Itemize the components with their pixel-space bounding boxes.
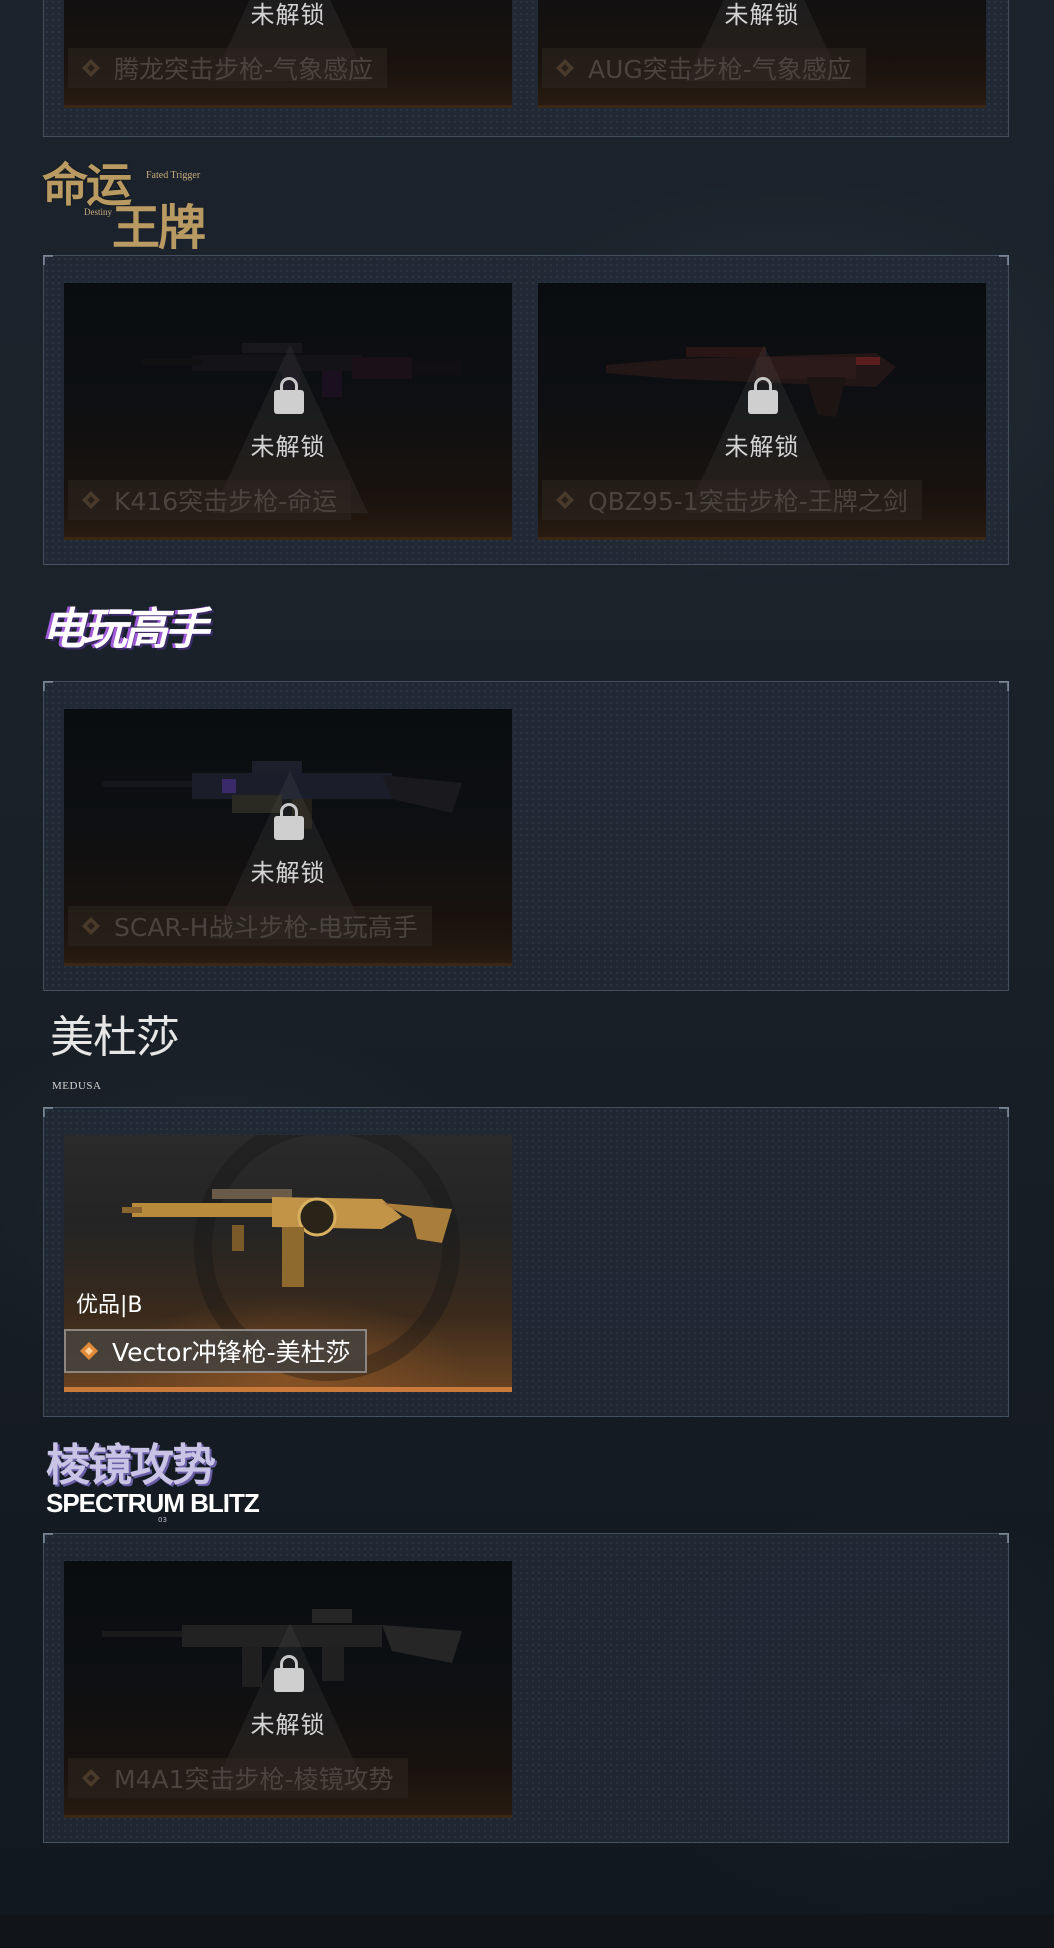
bottom-bar [0,1914,1054,1948]
skin-name-tag: Vector冲锋枪-美杜莎 [64,1329,367,1373]
skin-name: AUG突击步枪-气象感应 [588,55,852,84]
skin-panel-weather: 未解锁 腾龙突击步枪-气象感应 未解锁 AUG突击步枪-气象感应 [43,0,1009,137]
skin-panel-medusa: 优品|B Vector冲锋枪-美杜莎 [43,1107,1009,1417]
diamond-icon [556,59,574,77]
diamond-icon [82,59,100,77]
lock-icon [274,803,304,843]
skin-name: SCAR-H战斗步枪-电玩高手 [114,913,418,942]
skin-card-k416[interactable]: 未解锁 K416突击步枪-命运 [64,283,512,540]
skin-name: Vector冲锋枪-美杜莎 [112,1338,351,1367]
skin-panel-fate: 未解锁 K416突击步枪-命运 未解锁 QBZ95-1突击步枪-王牌之剑 [43,255,1009,565]
locked-label: 未解锁 [724,1,800,29]
medusa-logo: 美杜莎 MEDUSA [50,1016,200,1096]
skin-name-tag: M4A1突击步枪-棱镜攻势 [68,1758,408,1798]
logo-text-en2: Destiny [84,207,112,217]
skin-name-tag: SCAR-H战斗步枪-电玩高手 [68,906,432,946]
skin-card-m4a1[interactable]: 未解锁 M4A1突击步枪-棱镜攻势 [64,1561,512,1818]
skin-name-tag: QBZ95-1突击步枪-王牌之剑 [542,480,922,520]
fate-ace-logo: 命运 王牌 Fated Trigger Destiny [42,162,232,252]
gamer-logo: 电玩高手 [42,600,282,664]
diamond-icon [80,1342,98,1360]
skin-name-tag: K416突击步枪-命运 [68,480,352,520]
locked-label: 未解锁 [250,433,326,461]
lock-icon [748,377,778,417]
skin-panel-spectrum: 未解锁 M4A1突击步枪-棱镜攻势 [43,1533,1009,1843]
skin-name: 腾龙突击步枪-气象感应 [114,55,374,84]
logo-text-main: 电玩高手 [42,604,209,655]
logo-text-en: Fated Trigger [146,170,201,181]
diamond-icon [82,917,100,935]
diamond-icon [556,491,574,509]
skin-card-tenglong[interactable]: 未解锁 腾龙突击步枪-气象感应 [64,0,512,108]
diamond-icon [82,491,100,509]
skin-card-vector[interactable]: 优品|B Vector冲锋枪-美杜莎 [64,1135,512,1392]
skin-name: M4A1突击步枪-棱镜攻势 [114,1765,394,1794]
locked-label: 未解锁 [250,1,326,29]
logo-text-main: 棱镜攻势 [46,1440,216,1491]
locked-label: 未解锁 [724,433,800,461]
skin-card-qbz95[interactable]: 未解锁 QBZ95-1突击步枪-王牌之剑 [538,283,986,540]
skin-name: K416突击步枪-命运 [114,487,338,516]
logo-text-en: SPECTRUM BLITZ [46,1488,260,1518]
locked-label: 未解锁 [250,1711,326,1739]
logo-text-main: 美杜莎 [50,1012,180,1063]
skin-panel-gamer: 未解锁 SCAR-H战斗步枪-电玩高手 [43,681,1009,991]
logo-text-tiny: 03 [158,1516,167,1524]
vector-smg-image [122,1189,452,1287]
logo-text-sub: 王牌 [112,200,206,256]
grade-label: 优品|B [76,1293,143,1318]
lock-icon [274,377,304,417]
skin-card-aug[interactable]: 未解锁 AUG突击步枪-气象感应 [538,0,986,108]
diamond-icon [82,1769,100,1787]
skin-name-tag: AUG突击步枪-气象感应 [542,48,866,88]
skin-card-scar-h[interactable]: 未解锁 SCAR-H战斗步枪-电玩高手 [64,709,512,966]
logo-text-en: MEDUSA [52,1080,102,1092]
skin-name: QBZ95-1突击步枪-王牌之剑 [588,487,908,516]
lock-icon [274,1655,304,1695]
skin-name-tag: 腾龙突击步枪-气象感应 [68,48,388,88]
spectrum-blitz-logo: 棱镜攻势 SPECTRUM BLITZ 03 [46,1440,266,1525]
locked-label: 未解锁 [250,859,326,887]
